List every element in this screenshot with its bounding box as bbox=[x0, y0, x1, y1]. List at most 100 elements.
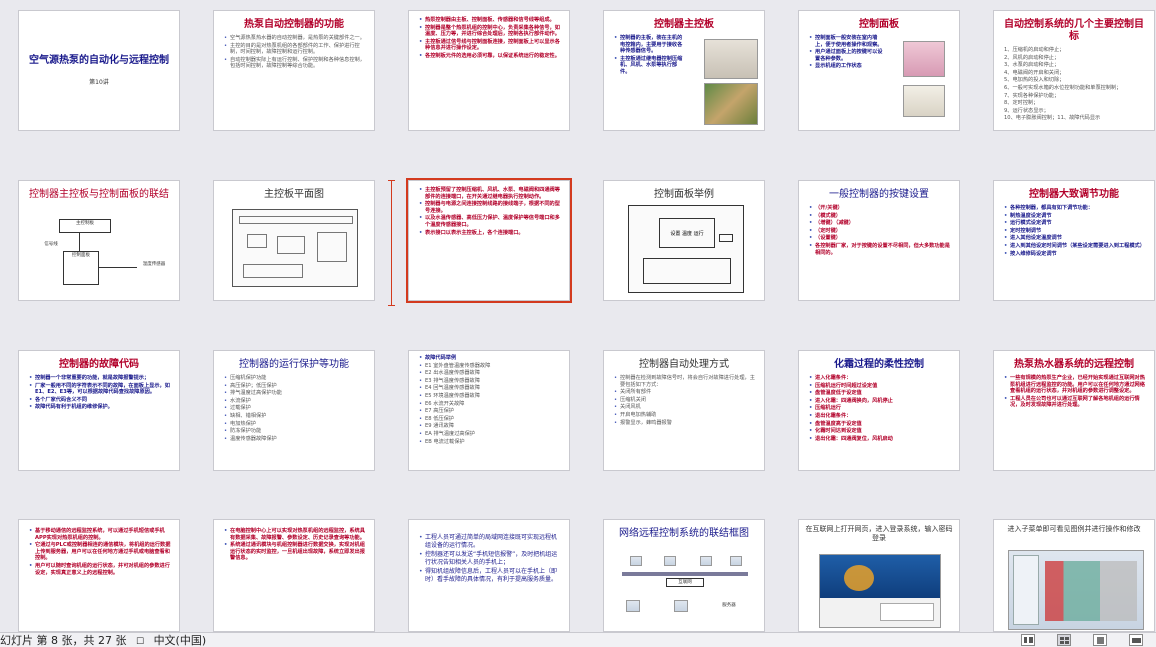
bullet-item: 压缩机保护功能 bbox=[224, 375, 368, 382]
slide-thumbnail-10[interactable]: 控制面板举例 设置 温度 运行 bbox=[603, 180, 765, 301]
slide-thumbnail-21[interactable]: 工程人员可通过简单的局域网连接既可实现远程机组设备的运行情况。 控制器还可以发送… bbox=[408, 519, 570, 632]
bullet-item: 各控制器厂家，对于按键的设置不尽相同，但大多数功能是相同的。 bbox=[809, 243, 953, 256]
normal-view-button[interactable] bbox=[1021, 634, 1035, 646]
bullet-item: 空气源热泵热水器的自动控制器，是热泵的关键部件之一。 bbox=[224, 35, 368, 42]
language-indicator[interactable]: 中文(中国) bbox=[154, 634, 207, 647]
slideshow-view-button[interactable] bbox=[1129, 634, 1143, 646]
bullet-item: 工程人员在公司也可以通过互联网了解各地机组的运行情况，及时发现故障并进行处理。 bbox=[1004, 396, 1148, 409]
bullet-item: 故障代码有利于机组的维修保护。 bbox=[29, 404, 173, 411]
bullet-list: 1、压缩机的启动和停止； 2、风机的启动和停止； 3、水泵的启动和停止； 4、电… bbox=[994, 47, 1154, 122]
bullet-item: 系统通过通讯模块与机组控制器进行数据交换，实现对机组运行状态的实时监控，一旦机组… bbox=[224, 542, 368, 562]
bullet-item: E8 低压保护 bbox=[419, 416, 563, 423]
bullet-item: 缺相、错相保护 bbox=[224, 413, 368, 420]
slide-title: 进入子菜单即可看见图例并进行操作和修改 bbox=[1007, 525, 1141, 533]
network-bus-line bbox=[622, 572, 748, 576]
bullet-item: 防冻保护功能 bbox=[224, 428, 368, 435]
bullet-list: 在电脑控制中心上可以实现对热泵机组的远程监控，系统具有数据采集、故障报警、参数设… bbox=[214, 528, 374, 562]
slide-title: 控制面板 bbox=[859, 19, 899, 30]
slide-thumbnail-5[interactable]: 控制面板 控制面板一般安装在室内墙上，便于使用者操作和观察。 用户通过面板上的按… bbox=[798, 10, 960, 131]
control-panel-photo bbox=[903, 41, 945, 77]
bullet-list: 工程人员可通过简单的局域网连接既可实现远程机组设备的运行情况。 控制器还可以发送… bbox=[409, 534, 569, 584]
bullet-item: 2、风机的启动和停止； bbox=[1004, 54, 1060, 61]
bullet-item: 电加热保护 bbox=[224, 421, 368, 428]
bullet-item: 以及水温传感器、高低压力保护、温度保护等信号端口和多个温度传感器接口。 bbox=[419, 215, 563, 228]
bullet-item: 各种控制器，都具有如下调节功能： bbox=[1004, 205, 1148, 212]
slide-sorter-view-button[interactable] bbox=[1057, 634, 1071, 646]
bullet-item: （设置键） bbox=[809, 235, 953, 242]
slide-thumbnail-17[interactable]: 化霜过程的柔性控制 进入化霜条件： 压缩机运行时间超过设定值 盘管温度低于设定值… bbox=[798, 350, 960, 471]
insertion-cursor bbox=[388, 180, 395, 306]
bullet-item: 自动控制器实际上有运行控制、保护控制和各种信息控制，包括时间控制，故障控制等综合… bbox=[224, 57, 368, 70]
bullet-item: 各个厂家代码含义不同 bbox=[29, 397, 173, 404]
slide-thumbnail-9[interactable]: 主控板预留了控制压缩机、风机、水泵、电磁阀和四通阀等部件的连接端口，在开关通过继… bbox=[406, 178, 572, 303]
bullet-item: 在电脑控制中心上可以实现对热泵机组的远程监控，系统具有数据采集、故障报警、参数设… bbox=[224, 528, 368, 541]
diagram-box: 主控制板 bbox=[59, 219, 111, 233]
slide-thumbnail-13[interactable]: 控制器的故障代码 控制器一个非常重要的功能，就是故障报警提示； 厂家一般用不同的… bbox=[18, 350, 180, 471]
bullet-item: 故障代码举例 bbox=[419, 355, 563, 362]
bullet-item: 控制器还可以发送“手机短信报警”，及时把机组运行状况告知相关人员的手机上； bbox=[419, 551, 559, 567]
diagram-line bbox=[99, 267, 139, 268]
status-bar: 幻灯片 第 8 张，共 27 张 ☐ 中文(中国) bbox=[0, 632, 1156, 647]
bullet-item: 开启电加热辅助 bbox=[614, 412, 758, 419]
slide-title: 自动控制系统的几个主要控制目标 bbox=[1004, 19, 1144, 42]
bullet-item: 按入维修码设定调节 bbox=[1004, 251, 1148, 258]
slide-thumbnail-24[interactable]: 进入子菜单即可看见图例并进行操作和修改 bbox=[993, 519, 1155, 632]
diagram-label: 服务器 bbox=[714, 602, 744, 611]
bullet-item: 一些有规模的热泵生产企业，已经开始实现通过互联网对热泵机组进行远程监控的功能。用… bbox=[1004, 375, 1148, 395]
bullet-item: E9 通讯故障 bbox=[419, 423, 563, 430]
panel-drawing: 设置 温度 运行 bbox=[628, 205, 744, 293]
slide-thumbnail-22[interactable]: 网络远程控制系统的联结框图 互联网 服务器 bbox=[603, 519, 765, 632]
bullet-item: 定时控制调节 bbox=[1004, 228, 1148, 235]
bullet-item: 进入化霜：四通阀换向，风机停止 bbox=[809, 398, 953, 405]
slide-counter: 幻灯片 第 8 张，共 27 张 bbox=[0, 634, 127, 647]
computer-icon bbox=[700, 556, 712, 566]
diagram-label: 温度传感器 bbox=[137, 261, 171, 271]
server-icon bbox=[674, 600, 688, 612]
bullet-item: 进入化霜条件： bbox=[809, 375, 953, 382]
bullet-item: 制热温度设定调节 bbox=[1004, 213, 1148, 220]
slide-thumbnail-1[interactable]: 空气源热泵的自动化与远程控制 第10讲 bbox=[18, 10, 180, 131]
spellcheck-icon[interactable]: ☐ bbox=[136, 637, 144, 647]
slide-thumbnail-16[interactable]: 控制器自动处理方式 控制器在检测到故障信号时，将会自行对故障进行处理，主要包括如… bbox=[603, 350, 765, 471]
slide-thumbnail-4[interactable]: 控制器主控板 控制器的主板，装在主机的电控箱内，主要用于接收各种传感器信号。 主… bbox=[603, 10, 765, 131]
slide-title: 控制器的故障代码 bbox=[59, 359, 139, 370]
slide-thumbnail-18[interactable]: 热泵热水器系统的远程控制 一些有规模的热泵生产企业，已经开始实现通过互联网对热泵… bbox=[993, 350, 1155, 471]
slide-thumbnail-14[interactable]: 控制器的运行保护等功能 压缩机保护功能 高压保护；低压保护 排气温度过高保护功能… bbox=[213, 350, 375, 471]
slide-thumbnail-19[interactable]: 基于移动通信的远程监控系统，可以通过手机短信或手机APP实现对热泵机组的控制。 … bbox=[18, 519, 180, 632]
slide-thumbnail-12[interactable]: 控制器大致调节功能 各种控制器，都具有如下调节功能： 制热温度设定调节 运行模式… bbox=[993, 180, 1155, 301]
bullet-item: 盘管温度高于设定值 bbox=[809, 421, 953, 428]
reading-view-button[interactable] bbox=[1093, 634, 1107, 646]
bullet-item: 主控板预留了控制压缩机、风机、水泵、电磁阀和四通阀等部件的连接端口，在开关通过继… bbox=[419, 187, 563, 200]
bullet-item: 显示机组的工作状态 bbox=[809, 63, 885, 70]
bullet-item: 控制器的主板，装在主机的电控箱内，主要用于接收各种传感器信号。 bbox=[614, 35, 686, 55]
slide-thumbnail-2[interactable]: 热泵自动控制器的功能 空气源热泵热水器的自动控制器，是热泵的关键部件之一。 主控… bbox=[213, 10, 375, 131]
bullet-item: 6、一般可实现水箱的水位控制功能和单泵控制制； bbox=[1004, 84, 1122, 91]
bullet-item: 压缩机运行 bbox=[809, 405, 953, 412]
slide-thumbnail-11[interactable]: 一般控制器的按键设置 （开/关键） （模式键） （增键）（减键） （定时键） （… bbox=[798, 180, 960, 301]
slide-title: 控制面板举例 bbox=[654, 189, 714, 200]
slide-thumbnail-23[interactable]: 在互联网上打开网页，进入登录系统，输入密码登录 bbox=[798, 519, 960, 632]
bullet-item: 主控的目的是对热泵机组的各部部件的工作、保护进行控制，时间控制，故障控制和运行控… bbox=[224, 43, 368, 56]
bullet-item: 厂家一般用不同的字符表示不同的故障，在面板上显示，如E1、E2、E3等，可以根据… bbox=[29, 383, 173, 396]
bullet-item: 退出化霜条件： bbox=[809, 413, 953, 420]
bullet-list: 基于移动通信的远程监控系统，可以通过手机短信或手机APP实现对热泵机组的控制。 … bbox=[19, 528, 179, 576]
slide-thumbnail-20[interactable]: 在电脑控制中心上可以实现对热泵机组的远程监控，系统具有数据采集、故障报警、参数设… bbox=[213, 519, 375, 632]
computer-icon bbox=[664, 556, 676, 566]
bullet-item: 压缩机关闭 bbox=[614, 397, 758, 404]
bullet-item: 3、水泵的启动和停止； bbox=[1004, 62, 1060, 69]
slide-thumbnail-7[interactable]: 控制器主控板与控制面板的联结 主控制板 控制面板 温度传感器 信号线 bbox=[18, 180, 180, 301]
slide-title: 热泵自动控制器的功能 bbox=[244, 19, 344, 30]
computer-icon bbox=[730, 556, 742, 566]
bullet-item: 关闭风机 bbox=[614, 404, 758, 411]
bullet-item: 表示接口以表示主控板上，各个连接端口。 bbox=[419, 230, 563, 237]
slide-thumbnail-3[interactable]: 热泵控制器由主板、控制面板、传感器和信号线等组成。 控制器是整个热泵机组的控制中… bbox=[408, 10, 570, 131]
bullet-item: （增键）（减键） bbox=[809, 220, 953, 227]
slide-sorter-grid: 空气源热泵的自动化与远程控制 第10讲 热泵自动控制器的功能 空气源热泵热水器的… bbox=[0, 0, 1156, 632]
slide-title: 化霜过程的柔性控制 bbox=[834, 359, 924, 370]
bullet-item: 1、压缩机的启动和停止； bbox=[1004, 47, 1065, 53]
slide-thumbnail-8[interactable]: 主控板平面图 bbox=[213, 180, 375, 301]
slide-thumbnail-6[interactable]: 自动控制系统的几个主要控制目标 1、压缩机的启动和停止； 2、风机的启动和停止；… bbox=[993, 10, 1155, 131]
slide-title: 热泵热水器系统的远程控制 bbox=[1014, 359, 1134, 370]
slide-thumbnail-15[interactable]: 故障代码举例 E1 室外盘管温度传感器故障 E2 出水温度传感器故障 E3 排气… bbox=[408, 350, 570, 471]
bullet-list: 控制器的主板，装在主机的电控箱内，主要用于接收各种传感器信号。 主控板通过继电器… bbox=[604, 35, 692, 76]
